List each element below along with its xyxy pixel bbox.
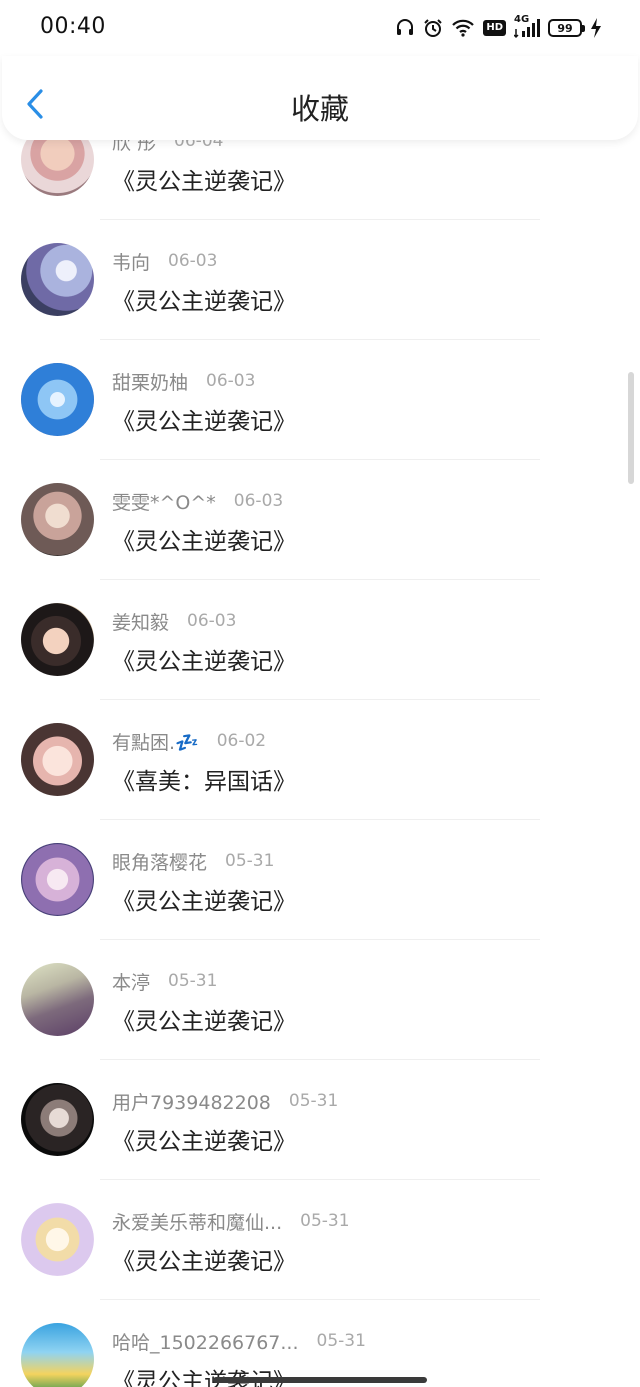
- user-name[interactable]: 姜知毅: [112, 608, 169, 635]
- list-item[interactable]: 雯雯*^O^* 06-03 《灵公主逆袭记》: [0, 460, 640, 580]
- avatar[interactable]: [21, 723, 94, 796]
- list-item[interactable]: 哈哈_1502266767... 05-31 《灵公主逆袭记》: [0, 1300, 640, 1387]
- item-date: 05-31: [316, 1331, 366, 1351]
- user-name[interactable]: 韦向: [112, 248, 150, 275]
- book-title[interactable]: 《灵公主逆袭记》: [112, 1002, 296, 1036]
- item-date: 06-03: [168, 251, 218, 271]
- list-item[interactable]: 欣 彤 06-04 《灵公主逆袭记》: [0, 140, 640, 220]
- list-item[interactable]: 永爱美乐蒂和魔仙... 05-31 《灵公主逆袭记》: [0, 1180, 640, 1300]
- user-name[interactable]: 永爱美乐蒂和魔仙...: [112, 1208, 282, 1235]
- list-item[interactable]: 姜知毅 06-03 《灵公主逆袭记》: [0, 580, 640, 700]
- charging-bolt-icon: [590, 18, 602, 38]
- avatar[interactable]: [21, 603, 94, 676]
- item-date: 05-31: [168, 971, 218, 991]
- book-title[interactable]: 《灵公主逆袭记》: [112, 642, 296, 676]
- user-name[interactable]: 眼角落樱花: [112, 848, 207, 875]
- wifi-icon: [451, 18, 475, 38]
- list-item[interactable]: 眼角落樱花 05-31 《灵公主逆袭记》: [0, 820, 640, 940]
- item-date: 05-31: [225, 851, 275, 871]
- alarm-clock-icon: [423, 18, 443, 38]
- list-item[interactable]: 本渟 05-31 《灵公主逆袭记》: [0, 940, 640, 1060]
- favorites-list[interactable]: 欣 彤 06-04 《灵公主逆袭记》 韦向 06-03 《灵公主逆袭记》 甜栗奶柚 0…: [0, 140, 640, 1387]
- avatar[interactable]: [21, 363, 94, 436]
- user-name[interactable]: 本渟: [112, 968, 150, 995]
- book-title[interactable]: 《灵公主逆袭记》: [112, 162, 296, 196]
- item-date: 05-31: [288, 1091, 339, 1111]
- book-title[interactable]: 《灵公主逆袭记》: [112, 522, 296, 556]
- scrollbar[interactable]: [628, 372, 634, 484]
- avatar[interactable]: [21, 1083, 94, 1156]
- book-title[interactable]: 《灵公主逆袭记》: [112, 282, 296, 316]
- headphones-icon: [395, 18, 415, 38]
- user-name[interactable]: 甜栗奶柚: [112, 368, 188, 395]
- avatar[interactable]: [21, 140, 94, 196]
- user-name[interactable]: 用户7939482208: [112, 1088, 271, 1115]
- book-title[interactable]: 《灵公主逆袭记》: [112, 402, 296, 436]
- item-date: 06-02: [216, 731, 267, 751]
- status-bar: 00:40 HD 4G 99: [0, 0, 640, 56]
- book-title[interactable]: 《喜美：异国话》: [112, 762, 296, 796]
- hd-badge: HD: [483, 20, 506, 36]
- book-title[interactable]: 《灵公主逆袭记》: [112, 882, 296, 916]
- list-item[interactable]: 用户7939482208 05-31 《灵公主逆袭记》: [0, 1060, 640, 1180]
- status-icons: HD 4G 99: [395, 14, 602, 42]
- battery-icon: 99: [548, 19, 585, 37]
- avatar[interactable]: [21, 243, 94, 316]
- user-name[interactable]: 欣 彤: [112, 140, 156, 155]
- page-title: 收藏: [290, 92, 349, 126]
- battery-level: 99: [557, 21, 573, 35]
- user-name[interactable]: 雯雯*^O^*: [112, 488, 216, 515]
- avatar[interactable]: [21, 1323, 94, 1387]
- item-date: 06-04: [174, 140, 224, 151]
- book-title[interactable]: 《灵公主逆袭记》: [112, 1362, 296, 1387]
- item-date: 06-03: [187, 611, 237, 631]
- home-indicator[interactable]: [213, 1377, 427, 1383]
- book-title[interactable]: 《灵公主逆袭记》: [112, 1122, 296, 1156]
- book-title[interactable]: 《灵公主逆袭记》: [112, 1242, 296, 1276]
- item-date: 05-31: [300, 1211, 350, 1231]
- network-label: 4G: [514, 14, 530, 25]
- user-name[interactable]: 有點困.💤: [112, 728, 199, 755]
- avatar[interactable]: [21, 483, 94, 556]
- user-name[interactable]: 哈哈_1502266767...: [112, 1328, 299, 1355]
- status-time: 00:40: [40, 14, 106, 39]
- list-item[interactable]: 韦向 06-03 《灵公主逆袭记》: [0, 220, 640, 340]
- avatar[interactable]: [21, 843, 94, 916]
- avatar[interactable]: [21, 963, 94, 1036]
- list-item[interactable]: 有點困.💤 06-02 《喜美：异国话》: [0, 700, 640, 820]
- top-nav-header: 收藏: [2, 56, 638, 140]
- item-date: 06-03: [206, 371, 256, 391]
- item-date: 06-03: [233, 491, 284, 511]
- signal-icon: 4G: [514, 14, 540, 39]
- list-item[interactable]: 甜栗奶柚 06-03 《灵公主逆袭记》: [0, 340, 640, 460]
- avatar[interactable]: [21, 1203, 94, 1276]
